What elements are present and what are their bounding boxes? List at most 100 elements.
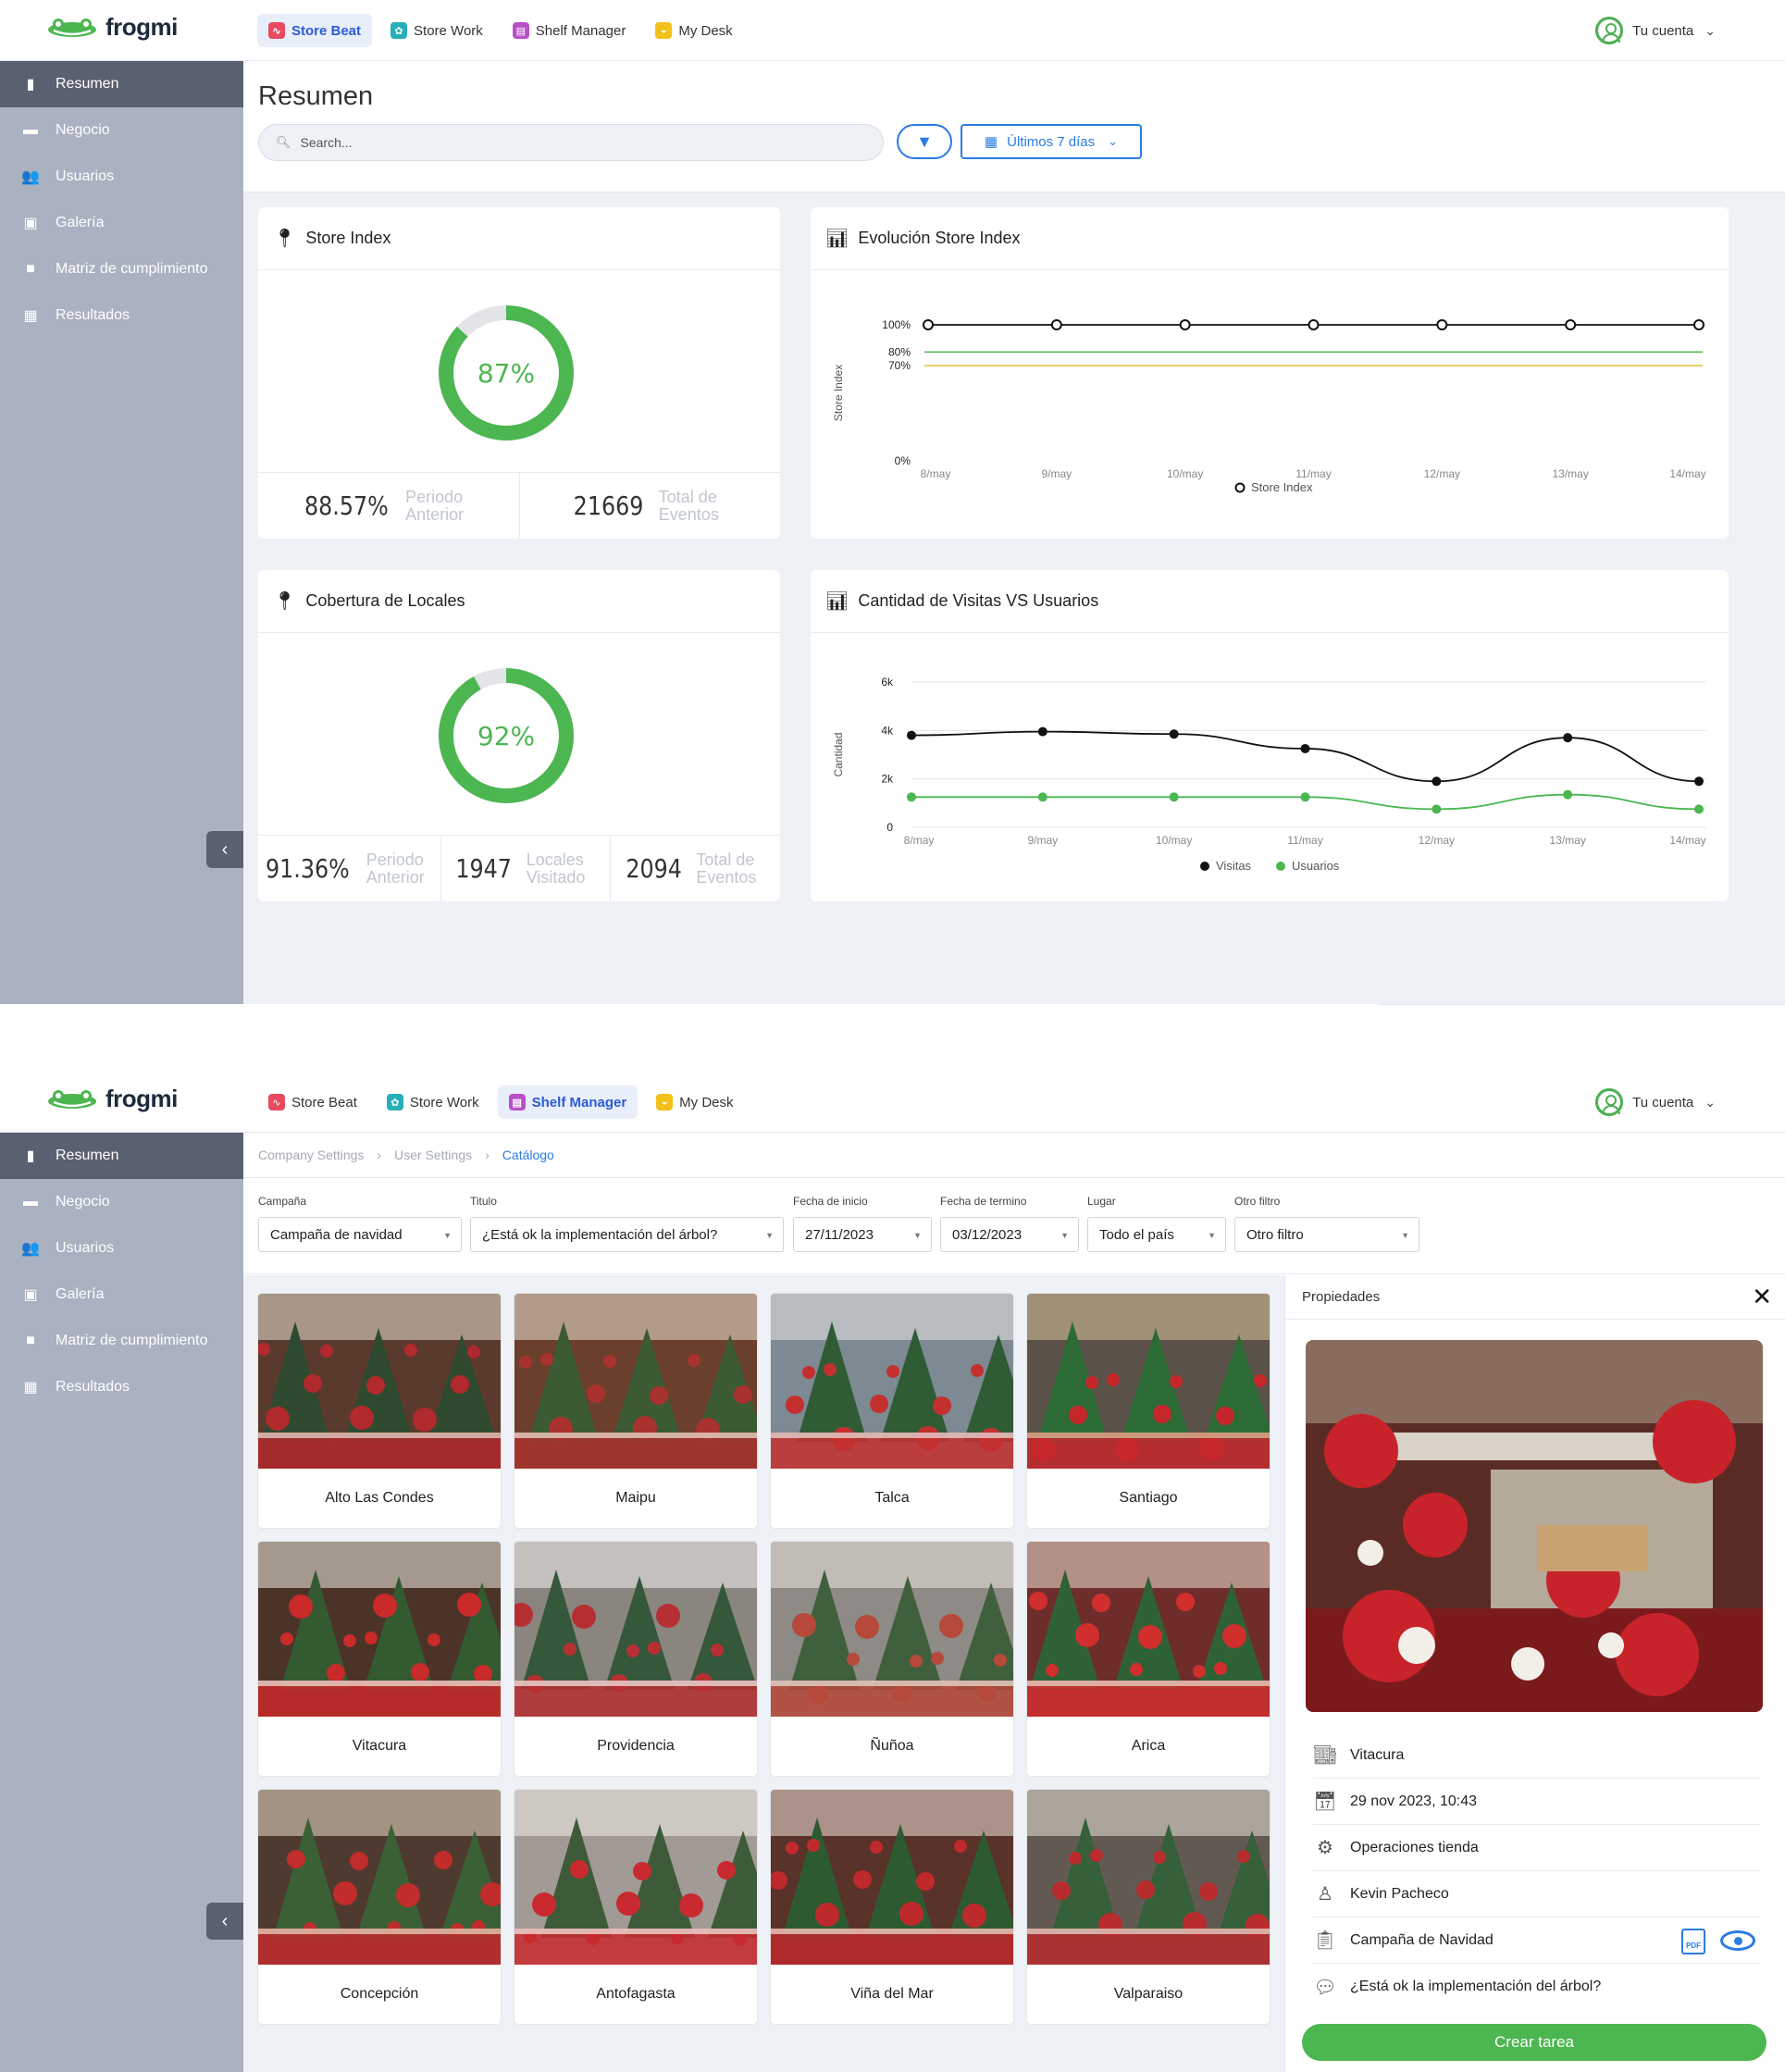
search-input[interactable]: 🔍︎ Search... <box>258 124 884 161</box>
frogmi-logo[interactable]: frogmi <box>46 1085 178 1113</box>
chevron-right-icon: › <box>485 1148 490 1162</box>
filter-titulo: Titulo ¿Está ok la implementación del árb… <box>470 1195 784 1252</box>
gallery-tile[interactable]: Alto Las Condes <box>258 1294 501 1528</box>
gallery-tile[interactable]: Vitacura <box>258 1542 501 1776</box>
account-menu[interactable]: Tu cuenta ⌄ <box>1595 17 1716 44</box>
sidebar: ▮ Resumen ▬ Negocio 👥 Usuarios ▣ Galería ■ Ma… <box>0 1133 243 2072</box>
end-date-select[interactable]: 03/12/2023 ▼ <box>940 1217 1079 1252</box>
eye-icon[interactable] <box>1720 1930 1755 1951</box>
gallery-tile[interactable]: Valparaiso <box>1027 1790 1270 2024</box>
sidebar-item-usuarios[interactable]: 👥 Usuarios <box>0 154 243 200</box>
campaign-select[interactable]: Campaña de navidad ▼ <box>258 1217 462 1252</box>
caret-down-icon: ▼ <box>913 1231 922 1240</box>
sidebar-item-matriz[interactable]: ■ Matriz de cumplimiento <box>0 1318 243 1364</box>
legend-label: Store Index <box>1251 480 1313 494</box>
sidebar-item-galeria[interactable]: ▣ Galería <box>0 1272 243 1318</box>
chevron-down-icon: ⌄ <box>1108 134 1119 148</box>
sidebar-item-resumen[interactable]: ▮ Resumen <box>0 1133 243 1179</box>
app-tab-store-beat[interactable]: ∿ Store Beat <box>257 1086 368 1119</box>
store-icon: 🏬︎ <box>1313 1745 1337 1766</box>
chevron-down-icon: ⌄ <box>1704 22 1716 38</box>
gallery-tile[interactable]: Concepción <box>258 1790 501 2024</box>
app-tab-my-desk[interactable]: ◒ My Desk <box>644 14 743 47</box>
gallery-tile[interactable]: Maipu <box>514 1294 757 1528</box>
app-tab-store-work[interactable]: ✿ Store Work <box>376 1086 490 1119</box>
collapse-sidebar-button[interactable]: ‹ <box>206 1903 243 1940</box>
y-tick-label: 80% <box>888 345 911 358</box>
other-filter-select[interactable]: Otro filtro ▼ <box>1234 1217 1419 1252</box>
breadcrumb-item[interactable]: Company Settings <box>258 1148 364 1162</box>
chevron-down-icon: ⌄ <box>1704 1094 1716 1110</box>
app-tab-shelf-manager[interactable]: ▤ Shelf Manager <box>497 1086 638 1119</box>
close-icon[interactable]: ✕ <box>1752 1283 1772 1311</box>
account-menu[interactable]: Tu cuenta ⌄ <box>1595 1088 1716 1116</box>
sidebar-item-resumen[interactable]: ▮ Resumen <box>0 61 243 107</box>
selected-photo[interactable] <box>1306 1340 1763 1712</box>
tile-label: Alto Las Condes <box>325 1490 434 1506</box>
legend-label: Usuarios <box>1292 859 1340 873</box>
top-navbar: frogmi ∿ Store Beat ✿ Store Work ▤ Shelf Ma… <box>0 1072 1785 1133</box>
sidebar-item-label: Negocio <box>56 122 110 138</box>
title-select[interactable]: ¿Está ok la implementación del árbol? ▼ <box>470 1217 784 1252</box>
stat-label: Locales Visitado <box>526 850 586 887</box>
gallery-tile[interactable]: Santiago <box>1027 1294 1270 1528</box>
data-point <box>923 319 934 330</box>
app-tab-store-work[interactable]: ✿ Store Work <box>379 14 494 47</box>
properties-panel: Propiedades ✕ 🏬︎ Vitacura 📅︎ 29 nov 2023, … <box>1284 1275 1785 2072</box>
collapse-sidebar-button[interactable]: ‹ <box>206 831 243 868</box>
sidebar-item-label: Usuarios <box>56 1240 115 1256</box>
prop-text: Vitacura <box>1350 1746 1405 1763</box>
person-icon: ♙ <box>1317 1884 1333 1905</box>
sidebar-item-resultados[interactable]: ▦ Resultados <box>0 1364 243 1410</box>
gallery-tile[interactable]: Providencia <box>514 1542 757 1776</box>
evolution-chart-card: 📊︎ Evolución Store Index Store Index 100% 8… <box>811 207 1729 539</box>
file-icon: ▮ <box>26 1148 35 1164</box>
create-task-button[interactable]: Crear tarea <box>1302 2024 1766 2061</box>
donut-value: 92% <box>477 721 535 751</box>
stat-label: Periodo Anterior <box>405 487 465 524</box>
filter-otro: Otro filtro Otro filtro ▼ <box>1234 1195 1419 1252</box>
prop-question: 💬︎ ¿Está ok la implementación del árbol? <box>1313 1964 1761 2010</box>
store-photo <box>258 1294 501 1469</box>
breadcrumb-current[interactable]: Catálogo <box>502 1148 554 1162</box>
gallery-tile[interactable]: Talca <box>771 1294 1013 1528</box>
gallery-tile[interactable]: Viña del Mar <box>771 1790 1013 2024</box>
sidebar-item-negocio[interactable]: ▬ Negocio <box>0 107 243 154</box>
card-title: Evolución Store Index <box>858 229 1021 247</box>
app-tab-shelf-manager[interactable]: ▤ Shelf Manager <box>502 14 638 47</box>
breadcrumb-item[interactable]: User Settings <box>394 1148 472 1162</box>
gallery-tile[interactable]: Ñuñoa <box>771 1542 1013 1776</box>
gallery-tile[interactable]: Arica <box>1027 1542 1270 1776</box>
select-value: Todo el país <box>1099 1226 1174 1243</box>
chevron-left-icon: ‹ <box>221 1910 229 1931</box>
folder-icon: ■ <box>26 261 35 277</box>
frogmi-logo[interactable]: frogmi <box>46 13 178 42</box>
data-point <box>1563 789 1573 800</box>
sidebar: ▮ Resumen ▬ Negocio 👥 Usuarios ▣ Galería ■ Ma… <box>0 61 243 1004</box>
sidebar-item-negocio[interactable]: ▬ Negocio <box>0 1179 243 1225</box>
stat-label: Total de Eventos <box>658 487 719 524</box>
x-tick-label: 12/may <box>1419 834 1455 847</box>
tile-label: Santiago <box>1119 1490 1178 1506</box>
sidebar-item-resultados[interactable]: ▦ Resultados <box>0 292 243 339</box>
app-tab-store-beat[interactable]: ∿ Store Beat <box>257 14 373 47</box>
pdf-icon[interactable]: PDF <box>1681 1929 1705 1954</box>
sidebar-item-usuarios[interactable]: 👥 Usuarios <box>0 1225 243 1272</box>
app-tab-my-desk[interactable]: ◒ My Desk <box>645 1086 744 1119</box>
sidebar-item-label: Resultados <box>56 307 130 323</box>
sidebar-item-galeria[interactable]: ▣ Galería <box>0 200 243 246</box>
briefcase-icon: ▬ <box>23 122 38 138</box>
gallery-tile[interactable]: Antofagasta <box>514 1790 757 2024</box>
chat-icon: 💬︎ <box>1313 1977 1337 1998</box>
caret-down-icon: ▼ <box>1060 1231 1069 1240</box>
place-select[interactable]: Todo el país ▼ <box>1087 1217 1226 1252</box>
stat-total-eventos: 2094 Total de Eventos <box>611 836 780 901</box>
data-point <box>1565 319 1577 330</box>
data-point <box>907 792 916 802</box>
date-range-dropdown[interactable]: ▦ Últimos 7 días ⌄ <box>961 124 1142 159</box>
start-date-select[interactable]: 27/11/2023 ▼ <box>793 1217 932 1252</box>
sidebar-item-matriz[interactable]: ■ Matriz de cumplimiento <box>0 246 243 292</box>
stat-periodo-anterior: 88.57% Periodo Anterior <box>258 473 520 539</box>
filter-button[interactable]: ▼ <box>897 124 952 159</box>
select-value: 27/11/2023 <box>805 1226 874 1243</box>
